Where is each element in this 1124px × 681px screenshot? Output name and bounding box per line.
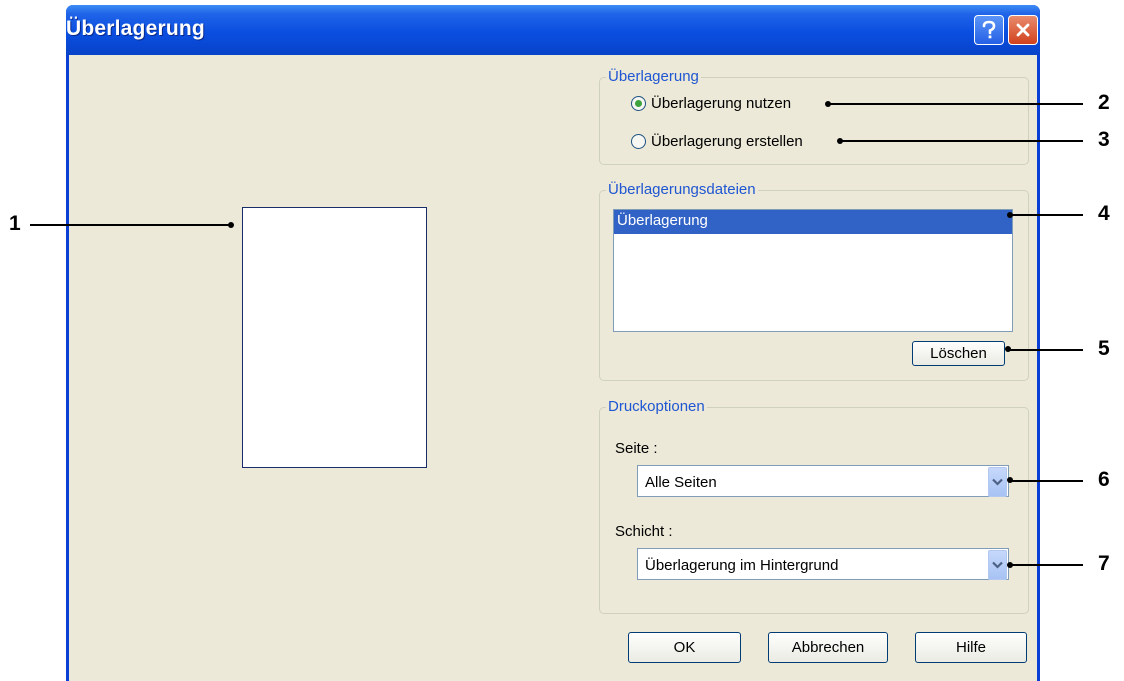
- callout-line-5: [1009, 349, 1083, 351]
- callout-line-3: [841, 140, 1083, 142]
- callout-number-4: 4: [1098, 202, 1110, 225]
- page-label: Seite :: [615, 440, 658, 457]
- radio-create-overlay-label: Überlagerung erstellen: [651, 133, 803, 150]
- help-title-button[interactable]: [974, 15, 1004, 45]
- callout-number-5: 5: [1098, 337, 1110, 360]
- callout-line-4: [1011, 214, 1083, 216]
- page-select[interactable]: Alle Seiten: [637, 465, 1009, 497]
- close-icon: [1016, 23, 1030, 37]
- callout-number-2: 2: [1098, 91, 1110, 114]
- overlay-group-legend: Überlagerung: [606, 68, 701, 86]
- ok-button[interactable]: OK: [628, 632, 741, 663]
- close-button[interactable]: [1008, 15, 1038, 45]
- callout-dot-1: [228, 222, 234, 228]
- radio-dot: [635, 100, 642, 107]
- chevron-down-icon[interactable]: [988, 467, 1007, 497]
- help-button[interactable]: Hilfe: [915, 632, 1027, 663]
- question-icon: [982, 20, 996, 39]
- callout-line-7: [1011, 564, 1083, 566]
- cancel-button[interactable]: Abbrechen: [768, 632, 888, 663]
- layer-select-value: Überlagerung im Hintergrund: [645, 557, 839, 574]
- overlay-files-legend: Überlagerungsdateien: [606, 181, 758, 199]
- window-title: Überlagerung: [66, 17, 205, 40]
- delete-button[interactable]: Löschen: [912, 341, 1005, 366]
- layer-select[interactable]: Überlagerung im Hintergrund: [637, 548, 1009, 580]
- callout-number-6: 6: [1098, 468, 1110, 491]
- list-item-selected[interactable]: Überlagerung: [614, 210, 1012, 234]
- callout-number-3: 3: [1098, 128, 1110, 151]
- page-preview: [242, 207, 427, 468]
- print-options-legend: Druckoptionen: [606, 398, 707, 416]
- radio-create-overlay[interactable]: Überlagerung erstellen: [631, 133, 803, 150]
- overlay-files-group: Überlagerungsdateien Überlagerung Lösche…: [599, 181, 1029, 381]
- print-options-group: Druckoptionen Seite : Alle Seiten Schich…: [599, 398, 1029, 614]
- radio-button[interactable]: [631, 134, 646, 149]
- radio-use-overlay-label: Überlagerung nutzen: [651, 95, 792, 112]
- callout-number-7: 7: [1098, 552, 1110, 575]
- overlay-group: Überlagerung Überlagerung nutzen Überlag…: [599, 68, 1029, 165]
- dialog-window: Überlagerung Überlagerung Überlagerung n…: [66, 5, 1040, 681]
- overlay-files-list[interactable]: Überlagerung: [613, 209, 1013, 332]
- radio-button-selected[interactable]: [631, 96, 646, 111]
- dialog-client-area: Überlagerung Überlagerung nutzen Überlag…: [69, 55, 1037, 681]
- page-select-value: Alle Seiten: [645, 474, 717, 491]
- callout-number-1: 1: [9, 212, 21, 235]
- title-bar[interactable]: Überlagerung: [66, 5, 1040, 55]
- radio-use-overlay[interactable]: Überlagerung nutzen: [631, 95, 791, 112]
- callout-line-2: [829, 103, 1083, 105]
- layer-label: Schicht :: [615, 523, 673, 540]
- chevron-down-icon[interactable]: [988, 550, 1007, 580]
- callout-line-1: [30, 224, 230, 226]
- callout-line-6: [1011, 480, 1083, 482]
